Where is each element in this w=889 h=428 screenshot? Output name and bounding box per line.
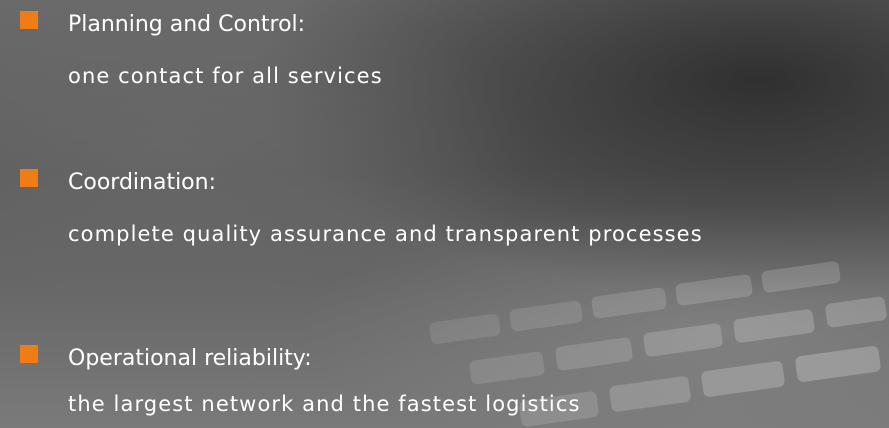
feature-list: Planning and Control: one contact for al… xyxy=(0,0,889,428)
item-description: one contact for all services xyxy=(68,64,383,88)
orange-square-bullet-icon xyxy=(20,11,38,29)
item-title: Planning and Control: xyxy=(68,12,306,37)
item-title: Coordination: xyxy=(68,170,216,195)
item-title: Operational reliability: xyxy=(68,346,312,371)
item-description: the largest network and the fastest logi… xyxy=(68,392,581,416)
item-description: complete quality assurance and transpare… xyxy=(68,222,703,246)
orange-square-bullet-icon xyxy=(20,345,38,363)
orange-square-bullet-icon xyxy=(20,169,38,187)
